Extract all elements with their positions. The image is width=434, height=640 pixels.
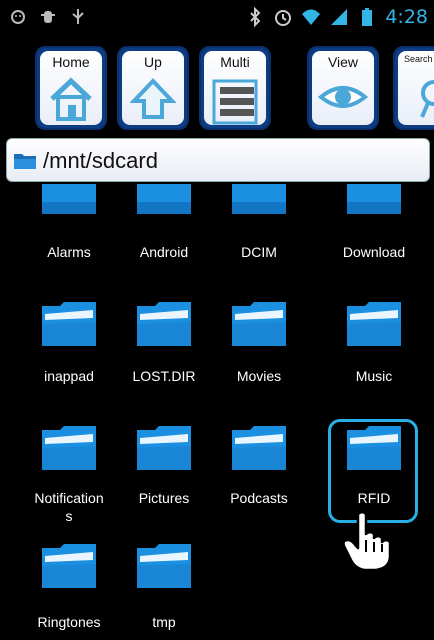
signal-icon	[331, 9, 348, 25]
view-button-label: View	[327, 54, 359, 70]
up-button[interactable]: Up	[117, 46, 189, 130]
folder-label-wrap: s	[65, 508, 73, 524]
folder-item[interactable]: DCIM	[211, 184, 307, 264]
home-button-label: Home	[52, 54, 90, 70]
debug-icon	[41, 11, 55, 23]
folder-icon	[347, 184, 401, 214]
toolbar: Home Up Multi View Search	[0, 34, 434, 134]
folder-label: Android	[139, 244, 189, 260]
folder-item[interactable]: Movies	[211, 302, 307, 392]
folder-item[interactable]: Ringtones	[21, 544, 117, 640]
folder-label: LOST.DIR	[132, 368, 196, 384]
folder-label: DCIM	[241, 244, 277, 260]
folder-item[interactable]: Music	[326, 302, 422, 392]
folder-label: Movies	[236, 368, 282, 384]
folder-label: Ringtones	[37, 614, 101, 630]
status-time: 4:28	[385, 6, 428, 28]
search-button[interactable]: Search	[393, 46, 434, 130]
folder-icon	[347, 302, 401, 346]
view-button[interactable]: View	[307, 46, 379, 130]
battery-icon	[362, 8, 373, 26]
folder-icon	[42, 302, 96, 346]
bluetooth-icon	[250, 7, 261, 27]
home-icon	[50, 77, 92, 121]
folder-label: Alarms	[47, 244, 91, 260]
android-icon	[11, 10, 25, 24]
multi-button[interactable]: Multi	[199, 46, 271, 130]
folder-icon	[42, 426, 96, 470]
path-bar[interactable]: /mnt/sdcard	[6, 138, 430, 182]
folder-label: Music	[355, 368, 393, 384]
wifi-icon	[302, 9, 321, 25]
folder-item[interactable]: LOST.DIR	[116, 302, 212, 392]
folder-icon	[232, 426, 286, 470]
folder-label: inappad	[44, 368, 94, 384]
search-button-label: Search	[404, 54, 433, 64]
selection-highlight	[328, 419, 418, 523]
folder-item[interactable]: Pictures	[116, 426, 212, 516]
folder-icon	[232, 184, 286, 214]
home-button[interactable]: Home	[35, 46, 107, 130]
folder-icon	[137, 184, 191, 214]
folder-label: Podcasts	[230, 490, 288, 506]
folder-item[interactable]: tmp	[116, 544, 212, 640]
folder-item[interactable]: Podcasts	[211, 426, 307, 516]
status-bar: 4:28	[0, 0, 434, 32]
up-button-label: Up	[144, 54, 162, 70]
folder-icon	[137, 544, 191, 588]
folder-icon	[137, 426, 191, 470]
folder-icon	[232, 302, 286, 346]
folder-item[interactable]: Android	[116, 184, 212, 264]
usb-icon	[72, 9, 84, 24]
eye-icon	[318, 86, 368, 108]
multi-button-label: Multi	[220, 54, 250, 70]
multi-select-icon	[212, 79, 258, 125]
folder-icon	[42, 184, 96, 214]
folder-icon	[42, 544, 96, 588]
folder-label: Pictures	[138, 490, 190, 506]
alarm-icon	[275, 10, 292, 26]
folder-label: Notification	[34, 490, 104, 506]
folder-item[interactable]: Alarms	[21, 184, 117, 264]
folder-item[interactable]: inappad	[21, 302, 117, 392]
hand-pointer-icon	[342, 510, 392, 572]
up-arrow-icon	[130, 78, 176, 119]
folder-label: tmp	[152, 614, 176, 630]
folder-label: Download	[342, 244, 406, 260]
search-icon	[420, 80, 434, 118]
folder-icon	[14, 154, 36, 169]
current-path: /mnt/sdcard	[43, 148, 158, 173]
folder-item[interactable]: Notification s	[21, 426, 117, 536]
folder-item[interactable]: Download	[326, 184, 422, 264]
folder-icon	[137, 302, 191, 346]
